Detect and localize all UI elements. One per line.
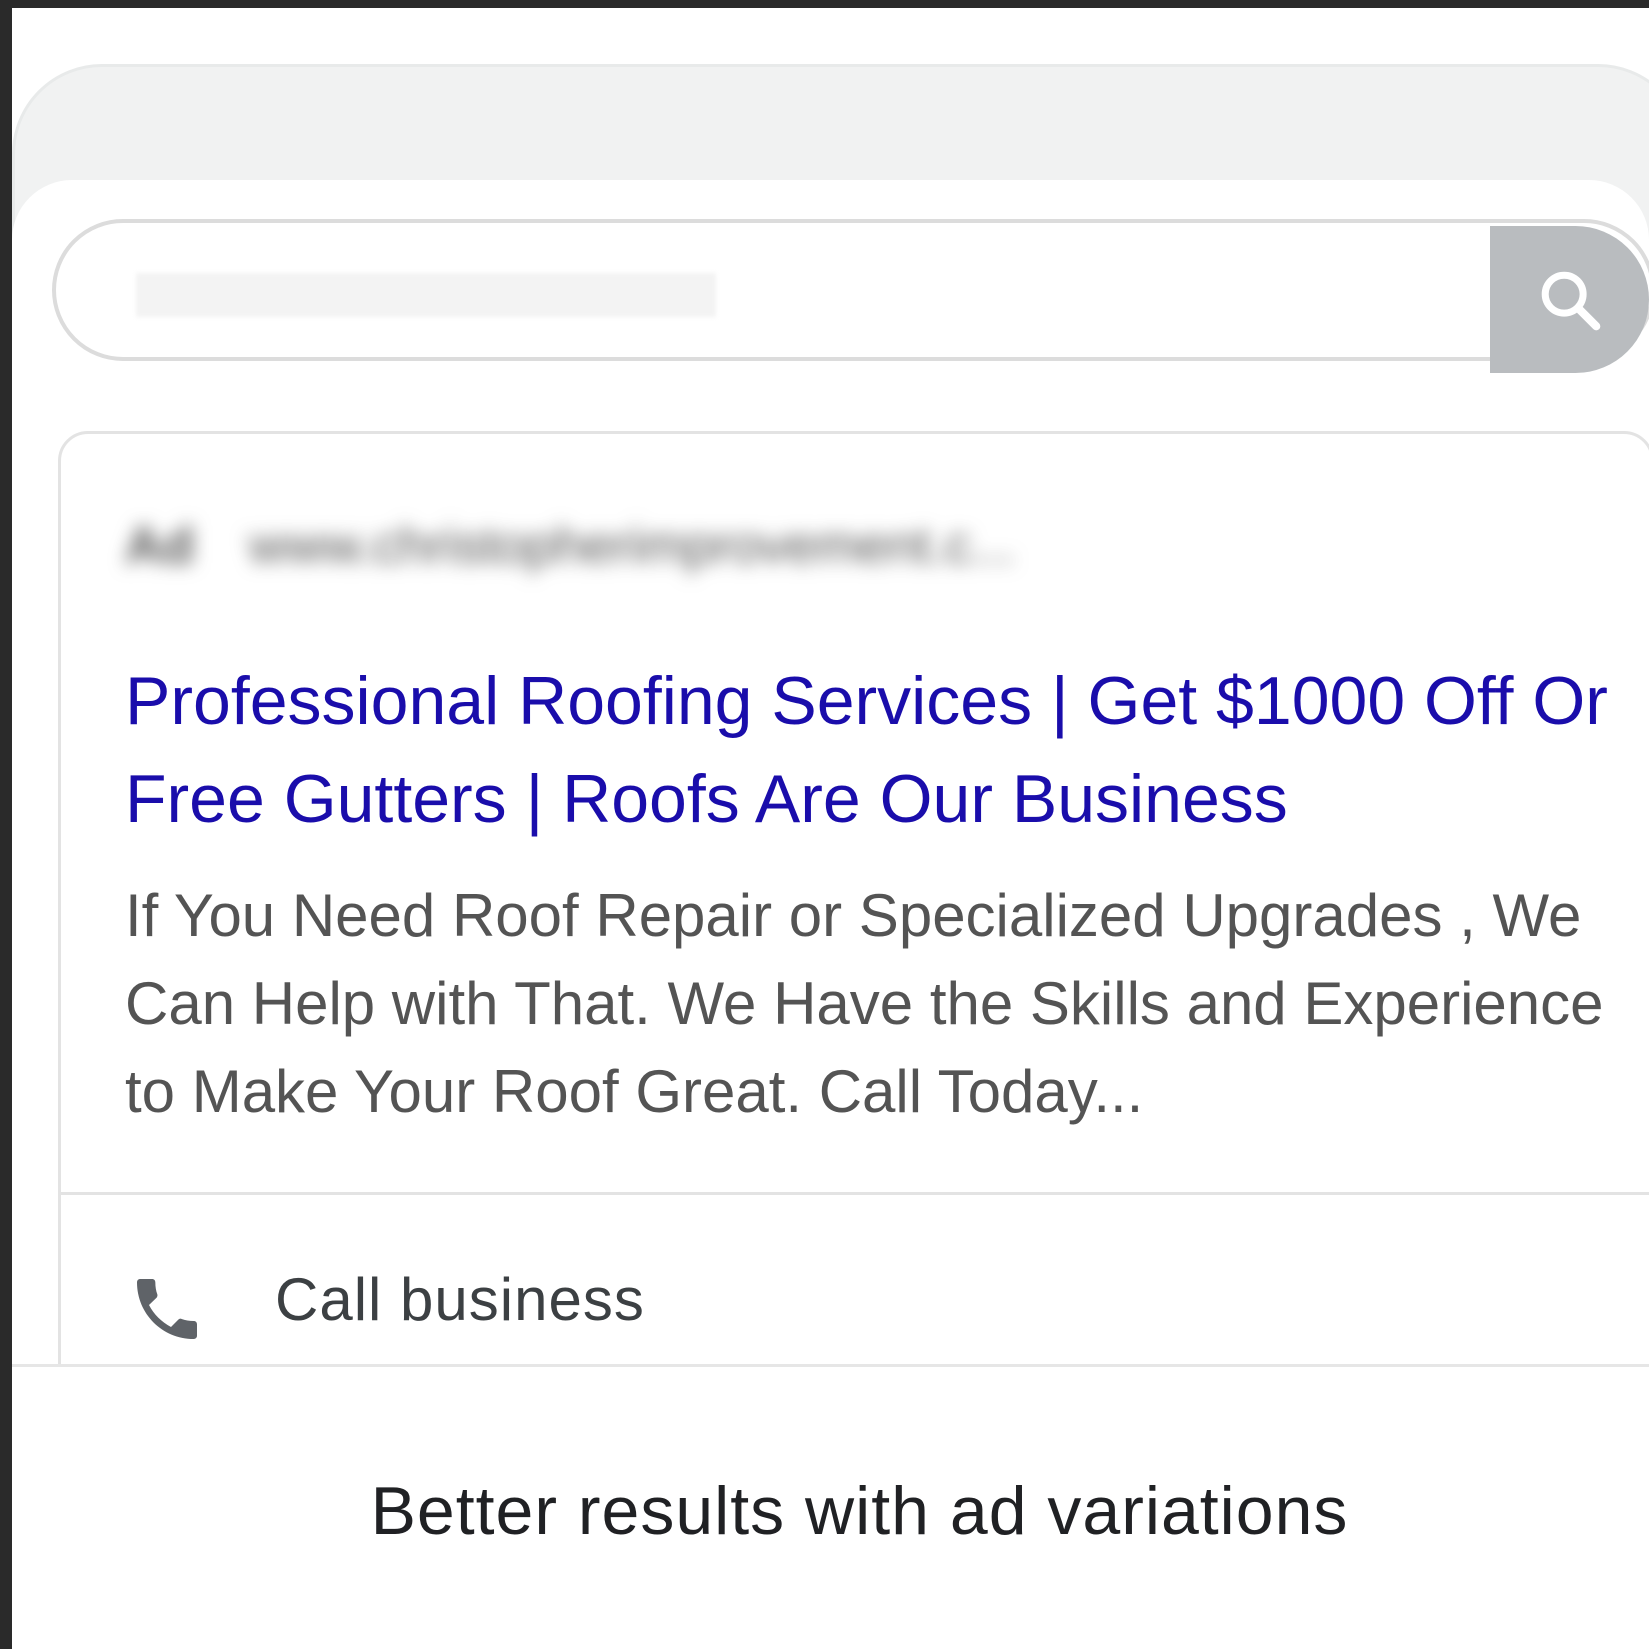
call-business-button[interactable]: Call business bbox=[61, 1199, 1649, 1389]
ad-display-url: www.christopherimprovement.c... bbox=[248, 517, 1015, 575]
search-query-placeholder bbox=[136, 273, 716, 317]
screenshot-frame: Ad www.christopherimprovement.c... Profe… bbox=[12, 8, 1649, 1649]
bottom-caption-panel: Better results with ad variations bbox=[12, 1364, 1649, 1649]
ad-url-line[interactable]: Ad www.christopherimprovement.c... bbox=[125, 516, 1015, 576]
ad-headline-link[interactable]: Professional Roofing Services | Get $100… bbox=[125, 652, 1625, 848]
search-icon bbox=[1541, 271, 1600, 330]
caption-text: Better results with ad variations bbox=[370, 1473, 1349, 1549]
ad-card: Ad www.christopherimprovement.c... Profe… bbox=[58, 431, 1649, 1431]
divider bbox=[61, 1192, 1649, 1195]
ad-badge: Ad bbox=[125, 517, 195, 575]
call-business-label: Call business bbox=[275, 1266, 645, 1333]
search-input[interactable] bbox=[52, 219, 1649, 361]
search-button[interactable] bbox=[1490, 226, 1649, 373]
phone-icon bbox=[137, 1279, 197, 1339]
ad-description: If You Need Roof Repair or Specialized U… bbox=[125, 882, 1604, 1125]
